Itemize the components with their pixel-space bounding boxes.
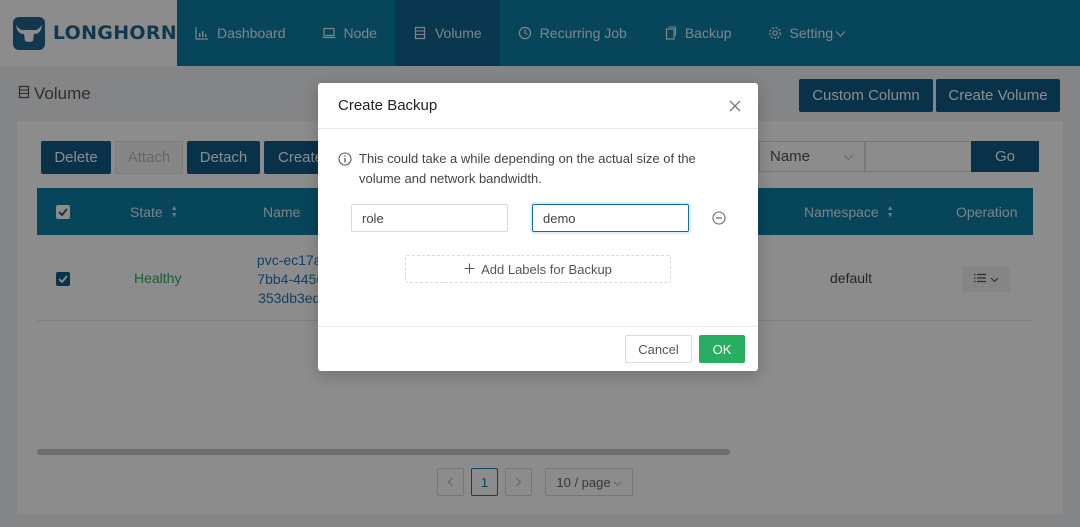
label-value-input[interactable] [532, 204, 689, 232]
label-key-input[interactable] [351, 204, 508, 232]
remove-label-icon[interactable] [712, 211, 726, 225]
info-icon [338, 149, 352, 189]
create-backup-modal: Create Backup This could take a while de… [318, 83, 758, 371]
info-message: This could take a while depending on the… [338, 149, 738, 189]
modal-title: Create Backup [338, 97, 438, 114]
add-labels-label: Add Labels for Backup [481, 261, 612, 277]
ok-button[interactable]: OK [699, 335, 745, 363]
plus-icon [464, 262, 475, 277]
info-text: This could take a while depending on the… [359, 151, 696, 186]
close-icon[interactable] [726, 97, 744, 115]
cancel-button[interactable]: Cancel [625, 335, 692, 363]
modal-footer [318, 326, 758, 371]
modal-header: Create Backup [318, 83, 758, 129]
add-labels-button[interactable]: Add Labels for Backup [405, 255, 671, 283]
